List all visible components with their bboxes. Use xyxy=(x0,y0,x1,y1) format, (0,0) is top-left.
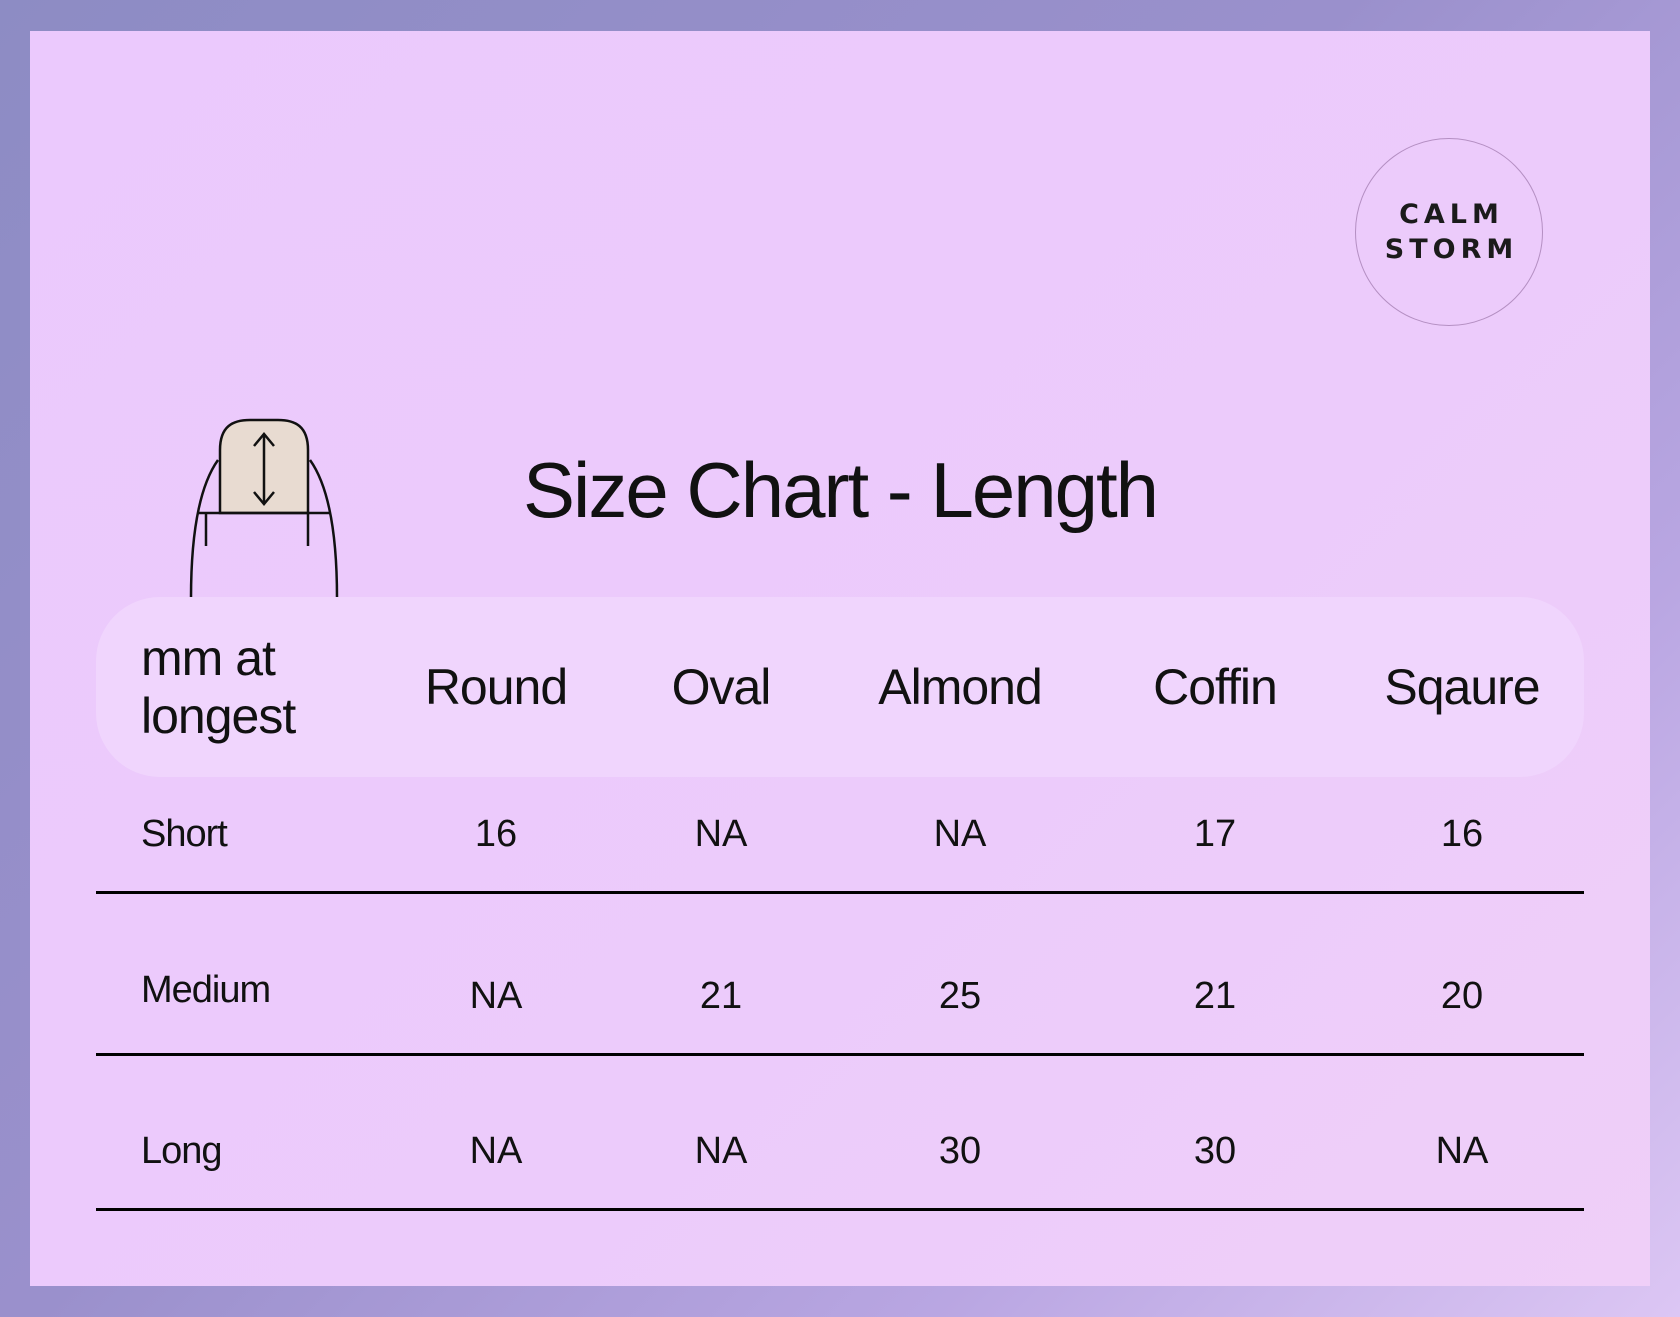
row-divider xyxy=(96,1053,1584,1056)
header-almond: Almond xyxy=(878,659,1043,715)
row-divider xyxy=(96,891,1584,894)
table-cell: 21 xyxy=(699,975,743,1017)
row-label-long: Long xyxy=(141,1130,223,1172)
table-cell: NA xyxy=(933,813,987,855)
table-cell: 30 xyxy=(938,1130,982,1172)
table-cell: NA xyxy=(469,975,523,1017)
table-cell: 20 xyxy=(1440,975,1484,1017)
header-corner-label: mm at longest xyxy=(141,630,296,744)
table-cell: 21 xyxy=(1193,975,1237,1017)
table-cell: NA xyxy=(469,1130,523,1172)
header-oval: Oval xyxy=(671,659,772,715)
table-cell: 16 xyxy=(474,813,518,855)
brand-line-2: STORM xyxy=(1384,234,1519,265)
table-cell: 16 xyxy=(1440,813,1484,855)
table-cell: 30 xyxy=(1193,1130,1237,1172)
header-sqaure: Sqaure xyxy=(1384,659,1540,715)
table-cell: 17 xyxy=(1193,813,1237,855)
table-cell: 25 xyxy=(938,975,982,1017)
page-title: Size Chart - Length xyxy=(522,446,1159,534)
header-round: Round xyxy=(424,659,568,715)
header-coffin: Coffin xyxy=(1153,659,1278,715)
brand-logo: CALM STORM xyxy=(1355,138,1543,326)
table-cell: NA xyxy=(694,813,748,855)
table-cell: NA xyxy=(1435,1130,1489,1172)
row-label-medium: Medium xyxy=(141,969,271,1011)
brand-line-1: CALM xyxy=(1399,199,1504,230)
table-cell: NA xyxy=(694,1130,748,1172)
row-divider xyxy=(96,1208,1584,1211)
row-label-short: Short xyxy=(141,813,228,855)
nail-length-icon xyxy=(189,418,339,598)
